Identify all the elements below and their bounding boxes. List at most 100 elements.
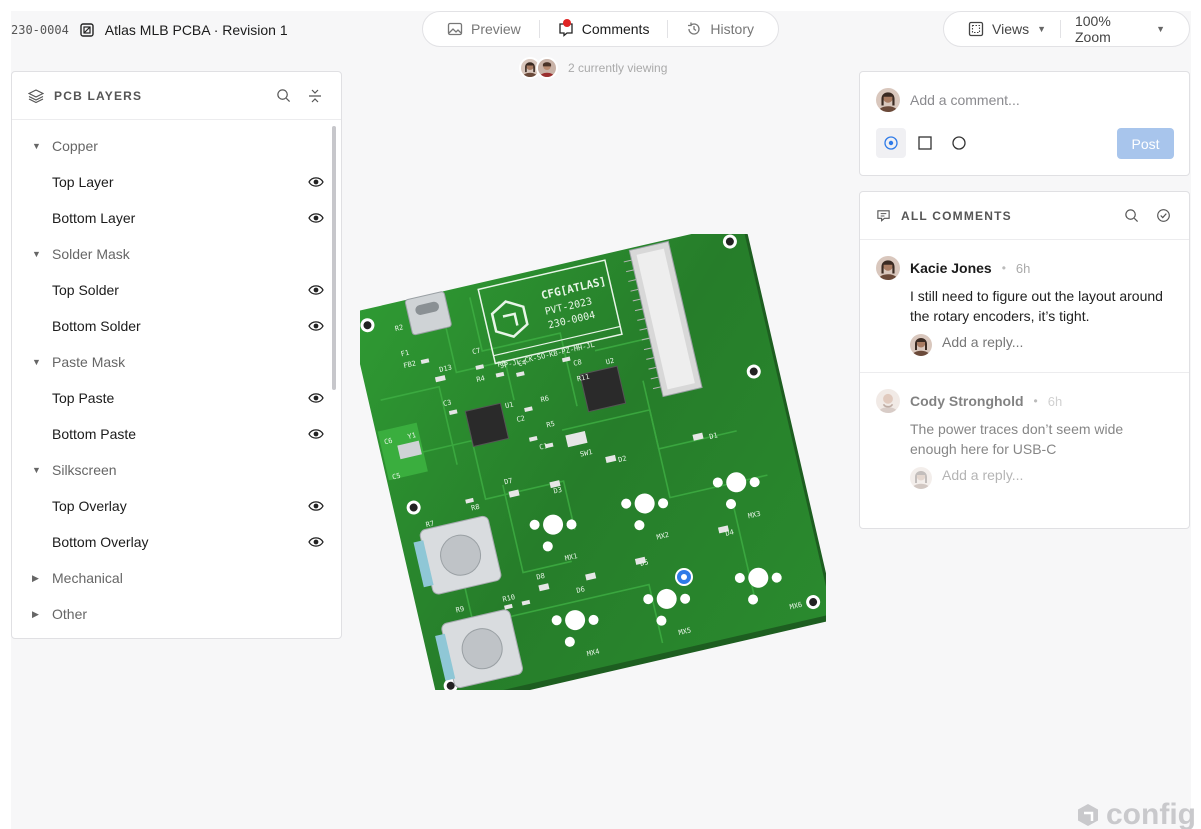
layer-item-label: Bottom Layer <box>52 210 136 226</box>
layer-item[interactable]: Top Solder <box>12 272 341 308</box>
eye-icon[interactable] <box>308 175 324 189</box>
resolved-filter-icon[interactable] <box>1153 206 1173 226</box>
layer-item[interactable]: Bottom Solder <box>12 308 341 344</box>
avatar <box>876 256 900 280</box>
pcb-document-icon <box>79 22 95 38</box>
layer-item-label: Bottom Overlay <box>52 534 149 550</box>
document-id: 230-0004 <box>11 23 69 37</box>
layer-item[interactable]: Top Layer <box>12 164 341 200</box>
tab-comments-label: Comments <box>581 21 650 37</box>
layer-item-label: Top Overlay <box>52 498 127 514</box>
zoom-dropdown[interactable]: 100% Zoom ▼ <box>1075 13 1165 45</box>
comments-panel-header: ALL COMMENTS <box>860 192 1189 240</box>
eye-icon[interactable] <box>308 427 324 441</box>
comment-thread[interactable]: Kacie Jones • 6h I still need to figure … <box>860 240 1189 373</box>
layer-group-label: Copper <box>52 138 98 154</box>
layer-item-label: Top Layer <box>52 174 114 190</box>
eye-icon[interactable] <box>308 319 324 333</box>
annotation-tools <box>876 128 974 158</box>
tab-history[interactable]: History <box>686 21 754 37</box>
views-label: Views <box>992 21 1030 37</box>
eye-icon[interactable] <box>308 535 324 549</box>
logo-text: config <box>1106 798 1196 829</box>
view-controls: Views ▼ 100% Zoom ▼ <box>943 11 1190 47</box>
layer-item[interactable]: Top Overlay <box>12 488 341 524</box>
comments-panel-title: ALL COMMENTS <box>901 208 1012 223</box>
view-tabs: Preview Comments History <box>422 11 779 47</box>
caret-down-icon: ▼ <box>32 357 41 367</box>
avatar <box>536 57 558 79</box>
caret-right-icon: ▶ <box>32 608 39 619</box>
pcb-preview[interactable]: CFG[ATLAS] PVT-2023 230-0004 JP-JL-CK-SO… <box>349 223 836 709</box>
tab-preview-label: Preview <box>471 21 521 37</box>
eye-icon[interactable] <box>308 211 324 225</box>
search-icon[interactable] <box>273 86 293 106</box>
separator-dot: • <box>1033 394 1038 408</box>
chevron-down-icon: ▼ <box>1037 24 1047 34</box>
pcb-layers-panel: PCB LAYERS ▼ Copper Top Layer Bottom Laye… <box>11 71 342 639</box>
layer-group-silkscreen[interactable]: ▼ Silkscreen <box>12 452 341 488</box>
comment-icon <box>558 19 574 37</box>
post-button[interactable]: Post <box>1117 128 1174 159</box>
tab-preview[interactable]: Preview <box>447 21 521 37</box>
reply-input[interactable]: Add a reply... <box>910 334 1173 372</box>
layers-scrollbar[interactable] <box>332 126 336 390</box>
rectangle-tool-button[interactable] <box>910 128 940 158</box>
comments-list-icon <box>877 210 890 222</box>
layer-item[interactable]: Bottom Overlay <box>12 524 341 560</box>
layer-item[interactable]: Bottom Paste <box>12 416 341 452</box>
config-logo-icon <box>1078 804 1098 826</box>
pcb-board-image[interactable]: CFG[ATLAS] PVT-2023 230-0004 JP-JL-CK-SO… <box>349 223 836 709</box>
views-dropdown[interactable]: Views ▼ <box>968 21 1046 37</box>
reply-placeholder: Add a reply... <box>942 467 1024 483</box>
tab-comments[interactable]: Comments <box>558 19 650 37</box>
search-icon[interactable] <box>1121 206 1141 226</box>
history-icon <box>688 22 701 35</box>
notification-dot <box>562 19 571 27</box>
avatar <box>876 88 900 112</box>
avatar <box>910 467 932 489</box>
layer-group-label: Silkscreen <box>52 462 117 478</box>
caret-down-icon: ▼ <box>32 465 41 475</box>
layer-group-label: Solder Mask <box>52 246 130 262</box>
eye-icon[interactable] <box>308 391 324 405</box>
tab-divider <box>538 20 540 38</box>
eye-icon[interactable] <box>308 283 324 297</box>
rectangle-icon <box>918 136 932 150</box>
layer-item-label: Top Solder <box>52 282 119 298</box>
separator-dot: • <box>1001 261 1006 275</box>
layer-group-other[interactable]: ▶ Other <box>12 596 341 632</box>
layers-icon <box>28 88 44 103</box>
viewers-indicator: 2 currently viewing <box>519 57 667 79</box>
comment-time: 6h <box>1015 260 1031 276</box>
layer-group-label: Mechanical <box>52 570 123 586</box>
layer-item[interactable]: Top Paste <box>12 380 341 416</box>
layer-group-solder-mask[interactable]: ▼ Solder Mask <box>12 236 341 272</box>
config-logo: config <box>1076 798 1196 829</box>
tab-history-label: History <box>710 21 754 37</box>
layer-group-mechanical[interactable]: ▶ Mechanical <box>12 560 341 596</box>
comment-body: I still need to figure out the layout ar… <box>910 288 1163 324</box>
point-tool-button[interactable] <box>876 128 906 158</box>
comment-thread[interactable]: Cody Stronghold • 6h The power traces do… <box>860 373 1189 505</box>
layer-group-paste-mask[interactable]: ▼ Paste Mask <box>12 344 341 380</box>
reply-input[interactable]: Add a reply... <box>910 467 1173 505</box>
circle-tool-button[interactable] <box>944 128 974 158</box>
layer-item-label: Bottom Solder <box>52 318 141 334</box>
point-icon <box>884 136 898 150</box>
avatar <box>910 334 932 356</box>
chevron-down-icon: ▼ <box>1156 24 1165 34</box>
layer-item[interactable]: Bottom Layer <box>12 200 341 236</box>
comment-time: 6h <box>1047 393 1063 409</box>
avatar <box>876 389 900 413</box>
caret-down-icon: ▼ <box>32 249 41 259</box>
layer-group-copper[interactable]: ▼ Copper <box>12 128 341 164</box>
circle-icon <box>952 136 966 150</box>
comment-input[interactable] <box>910 92 1150 108</box>
collapse-all-icon[interactable] <box>305 86 325 106</box>
comment-composer: Post <box>859 71 1190 176</box>
caret-right-icon: ▶ <box>32 572 39 583</box>
control-divider <box>1060 20 1061 38</box>
eye-icon[interactable] <box>308 499 324 513</box>
layer-list: ▼ Copper Top Layer Bottom Layer ▼ Solder M… <box>12 120 341 632</box>
